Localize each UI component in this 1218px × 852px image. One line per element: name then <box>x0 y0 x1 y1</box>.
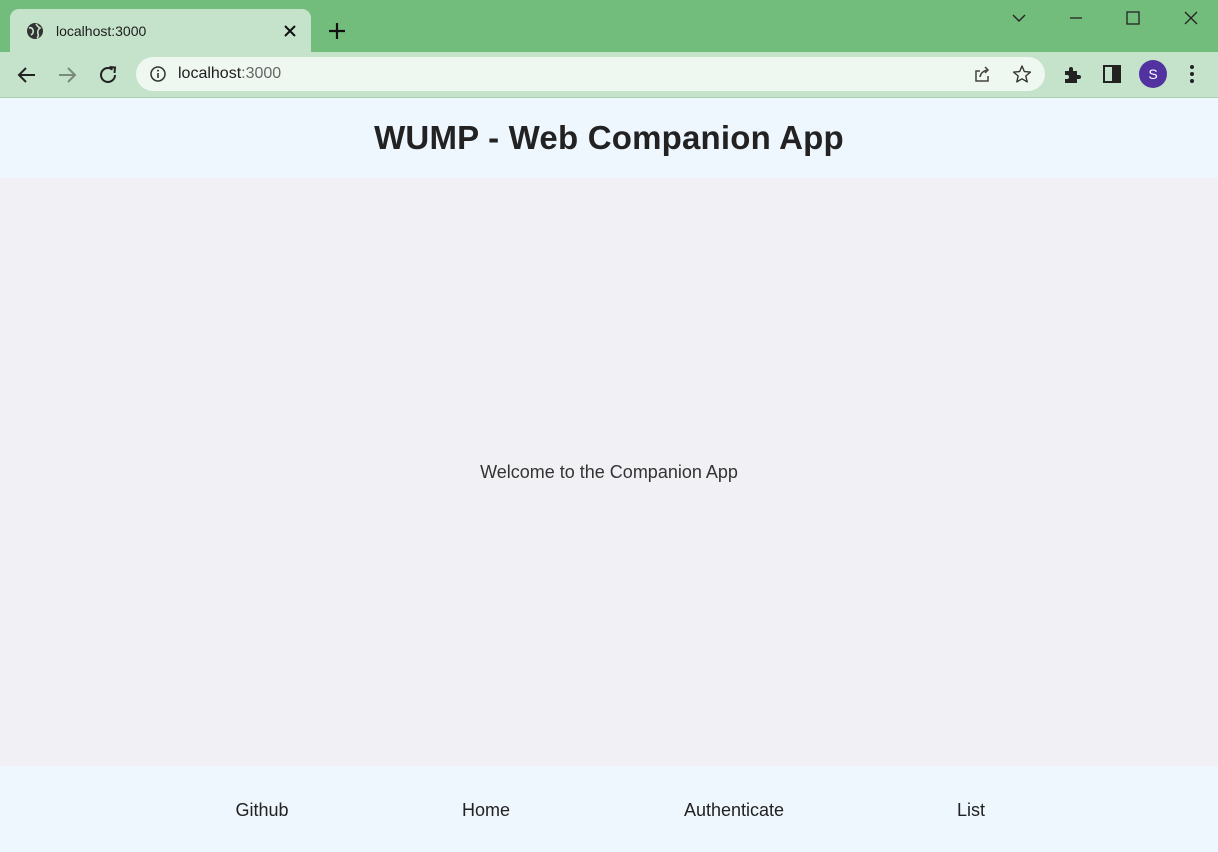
app-footer-nav: Github Home Authenticate List <box>0 766 1218 852</box>
footer-link-home[interactable]: Home <box>406 800 566 820</box>
plus-icon[interactable] <box>326 20 348 42</box>
profile-avatar[interactable]: S <box>1139 60 1167 88</box>
address-bar[interactable]: localhost:3000 <box>136 57 1045 91</box>
minimize-icon[interactable] <box>1066 8 1086 28</box>
footer-link-github[interactable]: Github <box>182 800 342 820</box>
tab-title: localhost:3000 <box>56 23 147 39</box>
info-icon[interactable] <box>149 65 167 83</box>
app-header: WUMP - Web Companion App <box>0 98 1218 178</box>
kebab-menu-icon[interactable] <box>1181 63 1203 85</box>
footer-link-authenticate[interactable]: Authenticate <box>654 800 814 820</box>
app-main: Welcome to the Companion App <box>0 178 1218 766</box>
window-close-icon[interactable] <box>1181 8 1201 28</box>
share-icon[interactable] <box>972 64 992 84</box>
tab-strip: localhost:3000 <box>0 0 1218 52</box>
welcome-message: Welcome to the Companion App <box>480 461 738 482</box>
forward-arrow-icon[interactable] <box>55 63 79 87</box>
side-panel-icon[interactable] <box>1101 63 1123 85</box>
star-icon[interactable] <box>1012 64 1032 84</box>
globe-icon <box>27 23 43 39</box>
page-title: WUMP - Web Companion App <box>374 119 844 156</box>
url-text[interactable]: localhost:3000 <box>178 65 281 83</box>
reload-icon[interactable] <box>96 63 120 87</box>
browser-toolbar: localhost:3000 S <box>0 52 1218 98</box>
extensions-icon[interactable] <box>1061 63 1083 85</box>
close-icon[interactable] <box>280 21 300 41</box>
browser-tab[interactable]: localhost:3000 <box>10 9 311 52</box>
url-port: :3000 <box>241 65 282 82</box>
url-host: localhost <box>178 65 242 82</box>
footer-link-list[interactable]: List <box>891 800 1051 820</box>
back-arrow-icon[interactable] <box>15 63 39 87</box>
chevron-down-icon[interactable] <box>1009 8 1029 28</box>
maximize-icon[interactable] <box>1123 8 1143 28</box>
